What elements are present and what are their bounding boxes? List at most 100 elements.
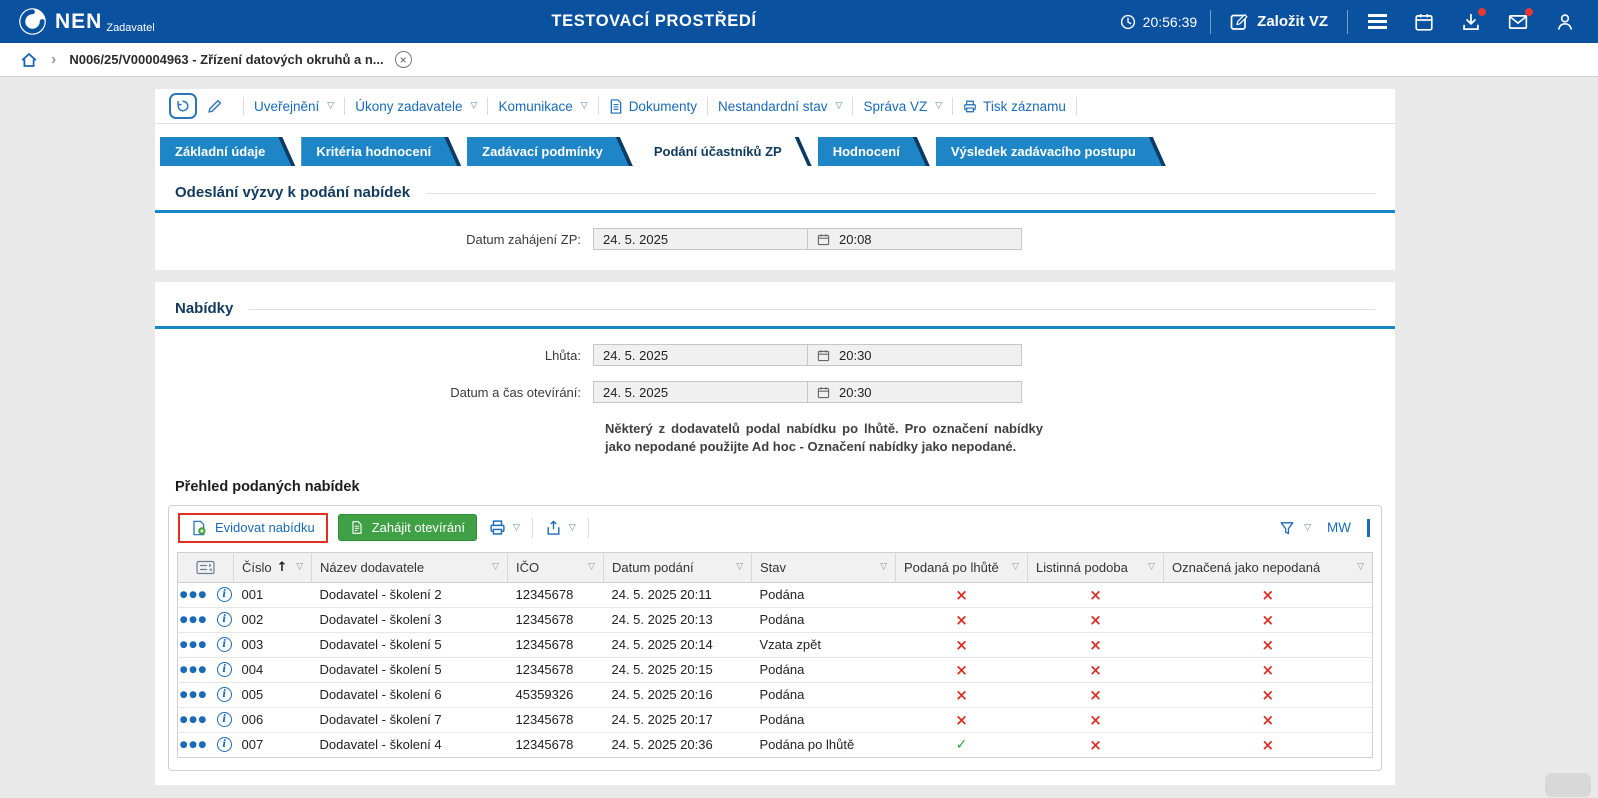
- cell-number: 007: [234, 732, 312, 757]
- menu-button[interactable]: [1366, 10, 1389, 33]
- check-icon: ✓: [956, 737, 968, 753]
- tab-podani-ucastniku-zp[interactable]: Podání účastníků ZP: [639, 137, 812, 166]
- toolbar-item-uverejneni[interactable]: Uveřejnění▽: [254, 99, 334, 114]
- filter-button[interactable]: ▽: [1273, 519, 1317, 537]
- offer-row[interactable]: ●●●i006Dodavatel - školení 71234567824. …: [178, 707, 1373, 732]
- start-date-label: Datum zahájení ZP:: [155, 232, 593, 247]
- row-info-button[interactable]: i: [217, 637, 232, 652]
- tab-kriteria-hodnoceni[interactable]: Kritéria hodnocení: [301, 137, 461, 166]
- start-date-input[interactable]: 24. 5. 2025: [593, 228, 808, 250]
- cell-ico: 12345678: [508, 607, 604, 632]
- messages-button[interactable]: [1506, 10, 1530, 34]
- dropdown-caret-icon: ▽: [513, 523, 520, 533]
- cell-paper: ×: [1028, 682, 1164, 707]
- offer-row[interactable]: ●●●i007Dodavatel - školení 41234567824. …: [178, 732, 1373, 757]
- record-tab[interactable]: N006/25/V00004963 - Zřízení datových okr…: [69, 51, 411, 68]
- history-button[interactable]: [169, 93, 197, 119]
- tab-zadavaci-podminky[interactable]: Zadávací podmínky: [467, 137, 633, 166]
- row-info-button[interactable]: i: [217, 612, 232, 627]
- main-content: Uveřejnění▽ Úkony zadavatele▽ Komunikace▽ D…: [155, 89, 1395, 785]
- row-info-button[interactable]: i: [217, 662, 232, 677]
- offer-row[interactable]: ●●●i002Dodavatel - školení 31234567824. …: [178, 607, 1373, 632]
- row-info-button[interactable]: i: [217, 737, 232, 752]
- register-offer-button[interactable]: Evidovat nabídku: [178, 513, 328, 543]
- tab-vysledek-zadavaciho-postupu[interactable]: Výsledek zadávacího postupu: [936, 137, 1166, 166]
- toolbar-item-nestandardni-stav[interactable]: Nestandardní stav▽: [718, 99, 842, 114]
- offer-row[interactable]: ●●●i003Dodavatel - školení 51234567824. …: [178, 632, 1373, 657]
- dropdown-caret-icon: ▽: [471, 101, 478, 111]
- section-rule: [426, 193, 1375, 194]
- close-icon[interactable]: ×: [395, 51, 412, 68]
- opening-date-input[interactable]: 24. 5. 2025: [593, 381, 808, 403]
- calendar-button[interactable]: [1412, 10, 1436, 34]
- row-menu-button[interactable]: ●●●: [180, 665, 208, 675]
- home-button[interactable]: [20, 51, 38, 69]
- late-offer-warning: Některý z dodavatelů podal nabídku po lh…: [605, 420, 1043, 457]
- row-menu-button[interactable]: ●●●: [180, 740, 208, 750]
- tab-label: Výsledek zadávacího postupu: [951, 144, 1136, 159]
- record-toolbar: Uveřejnění▽ Úkony zadavatele▽ Komunikace▽ D…: [155, 89, 1395, 124]
- col-header-listinna-podoba[interactable]: Listinná podoba▽: [1028, 552, 1164, 582]
- export-table-button[interactable]: ▽: [543, 519, 578, 536]
- dropdown-caret-icon: ▽: [581, 101, 588, 111]
- opening-datetime-field: 24. 5. 2025 20:30: [593, 381, 1022, 403]
- row-menu-button[interactable]: ●●●: [180, 690, 208, 700]
- edit-button[interactable]: [205, 96, 225, 116]
- cell-status: Podána: [752, 582, 896, 607]
- toolbar-item-sprava-vz[interactable]: Správa VZ▽: [863, 99, 942, 114]
- deadline-time-input[interactable]: 20:30: [807, 344, 1022, 366]
- toolbar-item-ukony-zadavatele[interactable]: Úkony zadavatele▽: [355, 99, 477, 114]
- row-menu-button[interactable]: ●●●: [180, 590, 208, 600]
- cross-icon: ×: [1261, 736, 1274, 754]
- toolbar-item-komunikace[interactable]: Komunikace▽: [498, 99, 587, 114]
- cell-number: 005: [234, 682, 312, 707]
- cross-icon: ×: [1261, 611, 1274, 629]
- profile-button[interactable]: [1553, 10, 1577, 34]
- create-vz-button[interactable]: Založit VZ: [1224, 11, 1334, 32]
- cell-number: 001: [234, 582, 312, 607]
- offer-row[interactable]: ●●●i001Dodavatel - školení 21234567824. …: [178, 582, 1373, 607]
- row-menu-button[interactable]: ●●●: [180, 715, 208, 725]
- col-header-podana-po-lhute[interactable]: Podaná po lhůtě▽: [896, 552, 1028, 582]
- tab-hodnoceni[interactable]: Hodnocení: [818, 137, 930, 166]
- opening-time-input[interactable]: 20:30: [807, 381, 1022, 403]
- scrollbar-thumb[interactable]: [1545, 773, 1591, 797]
- col-header-nazev-dodavatele[interactable]: Název dodavatele▽: [312, 552, 508, 582]
- column-settings-button[interactable]: [178, 552, 234, 582]
- header-divider: [1210, 10, 1211, 34]
- cell-ico: 12345678: [508, 707, 604, 732]
- col-header-oznacena-jako-nepodana[interactable]: Označená jako nepodaná▽: [1164, 552, 1373, 582]
- cell-late: ×: [896, 607, 1028, 632]
- row-info-button[interactable]: i: [217, 712, 232, 727]
- toolbar-item-dokumenty[interactable]: Dokumenty: [609, 99, 697, 114]
- toolbar-item-tisk-zaznamu[interactable]: Tisk záznamu: [963, 99, 1066, 114]
- tab-label: Podání účastníků ZP: [654, 144, 782, 159]
- start-time-input[interactable]: 20:08: [807, 228, 1022, 250]
- cross-icon: ×: [1089, 586, 1102, 604]
- cell-late: ×: [896, 582, 1028, 607]
- downloads-button[interactable]: [1459, 10, 1483, 34]
- cross-icon: ×: [1261, 661, 1274, 679]
- offer-row[interactable]: ●●●i005Dodavatel - školení 64535932624. …: [178, 682, 1373, 707]
- cell-late: ✓: [896, 732, 1028, 757]
- start-opening-button[interactable]: Zahájit otevírání: [338, 514, 477, 541]
- offer-row[interactable]: ●●●i004Dodavatel - školení 51234567824. …: [178, 657, 1373, 682]
- row-info-button[interactable]: i: [217, 587, 232, 602]
- tab-zakladni-udaje[interactable]: Základní údaje: [160, 137, 295, 166]
- dropdown-caret-icon: ▽: [836, 101, 843, 111]
- col-header-datum-podani[interactable]: Datum podání▽: [604, 552, 752, 582]
- row-menu-button[interactable]: ●●●: [180, 615, 208, 625]
- col-header-stav[interactable]: Stav▽: [752, 552, 896, 582]
- col-header-cislo[interactable]: Číslo↑▽: [234, 552, 312, 582]
- row-menu-button[interactable]: ●●●: [180, 640, 208, 650]
- user-monogram[interactable]: MW: [1327, 520, 1351, 535]
- row-info-button[interactable]: i: [217, 687, 232, 702]
- cross-icon: ×: [1089, 611, 1102, 629]
- deadline-date-input[interactable]: 24. 5. 2025: [593, 344, 808, 366]
- toolbar-divider: [598, 97, 599, 115]
- nen-logo[interactable]: NEN Zadavatel: [18, 7, 155, 36]
- col-header-ico[interactable]: IČO▽: [508, 552, 604, 582]
- print-table-button[interactable]: ▽: [487, 519, 522, 536]
- cell-status: Vzata zpět: [752, 632, 896, 657]
- cell-number: 006: [234, 707, 312, 732]
